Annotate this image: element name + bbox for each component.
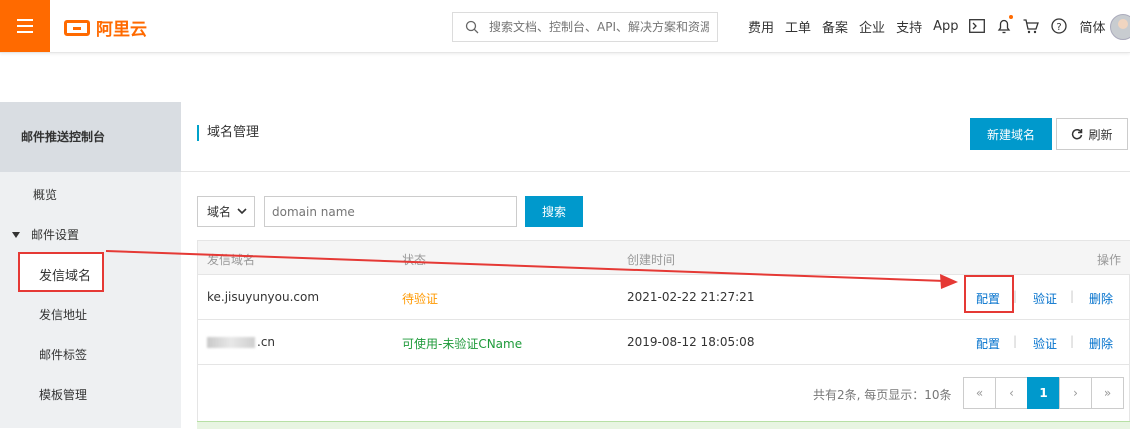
sidebar-item-sender-domain[interactable]: 发信域名 xyxy=(18,252,104,292)
action-separator: | xyxy=(1070,334,1075,348)
created-cell: 2021-02-22 21:27:21 xyxy=(627,290,755,304)
search-icon xyxy=(465,20,479,34)
help-icon[interactable]: ? xyxy=(1051,18,1068,34)
status-cell: 可使用-未验证CName xyxy=(402,337,523,351)
page-title: 域名管理 xyxy=(197,125,259,141)
chevron-down-icon xyxy=(237,208,247,215)
nav-ticket[interactable]: 工单 xyxy=(785,17,811,36)
pagination-info: 共有2条, 每页显示：10条 xyxy=(813,388,952,402)
next-page-button[interactable]: › xyxy=(1059,377,1092,409)
column-header-actions: 操作 xyxy=(1097,253,1122,267)
refresh-button[interactable]: 刷新 xyxy=(1056,118,1128,150)
action-separator: | xyxy=(1013,334,1018,348)
sidebar-item-overview[interactable]: 概览 xyxy=(33,186,57,203)
nav-app[interactable]: App xyxy=(933,19,958,34)
sidebar-item-sender-address[interactable]: 发信地址 xyxy=(39,306,87,323)
global-search-input[interactable] xyxy=(487,19,711,35)
created-cell: 2019-08-12 18:05:08 xyxy=(627,335,755,349)
brand-name: 阿里云 xyxy=(96,20,147,40)
annotation-highlight-configure xyxy=(964,275,1014,313)
terminal-icon[interactable] xyxy=(969,19,986,33)
refresh-label: 刷新 xyxy=(1088,127,1113,142)
status-cell: 待验证 xyxy=(402,292,439,306)
page-1-button[interactable]: 1 xyxy=(1027,377,1060,409)
domain-suffix: .cn xyxy=(257,335,276,349)
search-button[interactable]: 搜索 xyxy=(525,196,583,227)
aliyun-logo-icon xyxy=(64,19,90,36)
bell-icon[interactable] xyxy=(997,15,1014,34)
caret-down-icon xyxy=(12,231,20,238)
nav-support[interactable]: 支持 xyxy=(896,17,922,36)
refresh-icon xyxy=(1072,128,1083,140)
sidebar-item-label: 发信域名 xyxy=(39,269,92,284)
domain-cell: ke.jisuyunyou.com xyxy=(207,290,320,304)
header-divider xyxy=(181,171,1130,172)
table-row: .cn 可使用-未验证CName 2019-08-12 18:05:08 配置 … xyxy=(198,320,1130,365)
notification-dot xyxy=(1009,15,1014,19)
new-domain-button[interactable]: 新建域名 xyxy=(970,118,1052,150)
global-search[interactable] xyxy=(452,12,718,42)
domain-search-input[interactable] xyxy=(264,196,517,227)
sidebar-title: 邮件推送控制台 xyxy=(0,102,181,172)
pagination: « ‹ 1 › » xyxy=(963,377,1124,409)
svg-text:?: ? xyxy=(1057,22,1062,33)
nav-icp[interactable]: 备案 xyxy=(822,17,848,36)
delete-link[interactable]: 删除 xyxy=(1089,335,1113,352)
redacted-domain xyxy=(207,337,255,348)
first-page-button[interactable]: « xyxy=(963,377,996,409)
filter-select-value: 域名 xyxy=(207,205,232,219)
sidebar-item-mail-tags[interactable]: 邮件标签 xyxy=(39,346,87,363)
table-header: 发信域名 状态 创建时间 操作 xyxy=(198,241,1130,275)
action-separator: | xyxy=(1070,289,1075,303)
sidebar: 邮件推送控制台 概览 邮件设置 发信域名 发信地址 邮件标签 模板管理 xyxy=(0,102,181,428)
column-header-created: 创建时间 xyxy=(627,253,676,267)
prev-page-button[interactable]: ‹ xyxy=(995,377,1028,409)
verify-link[interactable]: 验证 xyxy=(1033,335,1057,352)
top-nav: 费用 工单 备案 企业 支持 App ? 简体 xyxy=(748,0,1117,52)
column-header-status: 状态 xyxy=(402,253,427,267)
menu-button[interactable] xyxy=(0,0,50,52)
delete-link[interactable]: 删除 xyxy=(1089,290,1113,307)
nav-enterprise[interactable]: 企业 xyxy=(859,17,885,36)
last-page-button[interactable]: » xyxy=(1091,377,1124,409)
cart-icon[interactable] xyxy=(1023,18,1040,34)
sidebar-item-templates[interactable]: 模板管理 xyxy=(39,386,87,403)
nav-fees[interactable]: 费用 xyxy=(748,17,774,36)
language-switch[interactable]: 简体 xyxy=(1079,17,1105,36)
verify-link[interactable]: 验证 xyxy=(1033,290,1057,307)
menu-icon xyxy=(17,17,33,35)
column-header-domain: 发信域名 xyxy=(207,253,256,267)
filter-select[interactable]: 域名 xyxy=(197,196,255,227)
sidebar-group-label: 邮件设置 xyxy=(31,228,80,242)
avatar[interactable] xyxy=(1110,14,1130,40)
configure-link[interactable]: 配置 xyxy=(976,335,1000,352)
brand-logo[interactable]: 阿里云 xyxy=(64,15,147,40)
top-bar: 阿里云 费用 工单 备案 企业 支持 App ? 简体 xyxy=(0,0,1130,53)
domain-cell: .cn xyxy=(207,335,275,349)
sidebar-group-mail-settings[interactable]: 邮件设置 xyxy=(12,226,79,243)
